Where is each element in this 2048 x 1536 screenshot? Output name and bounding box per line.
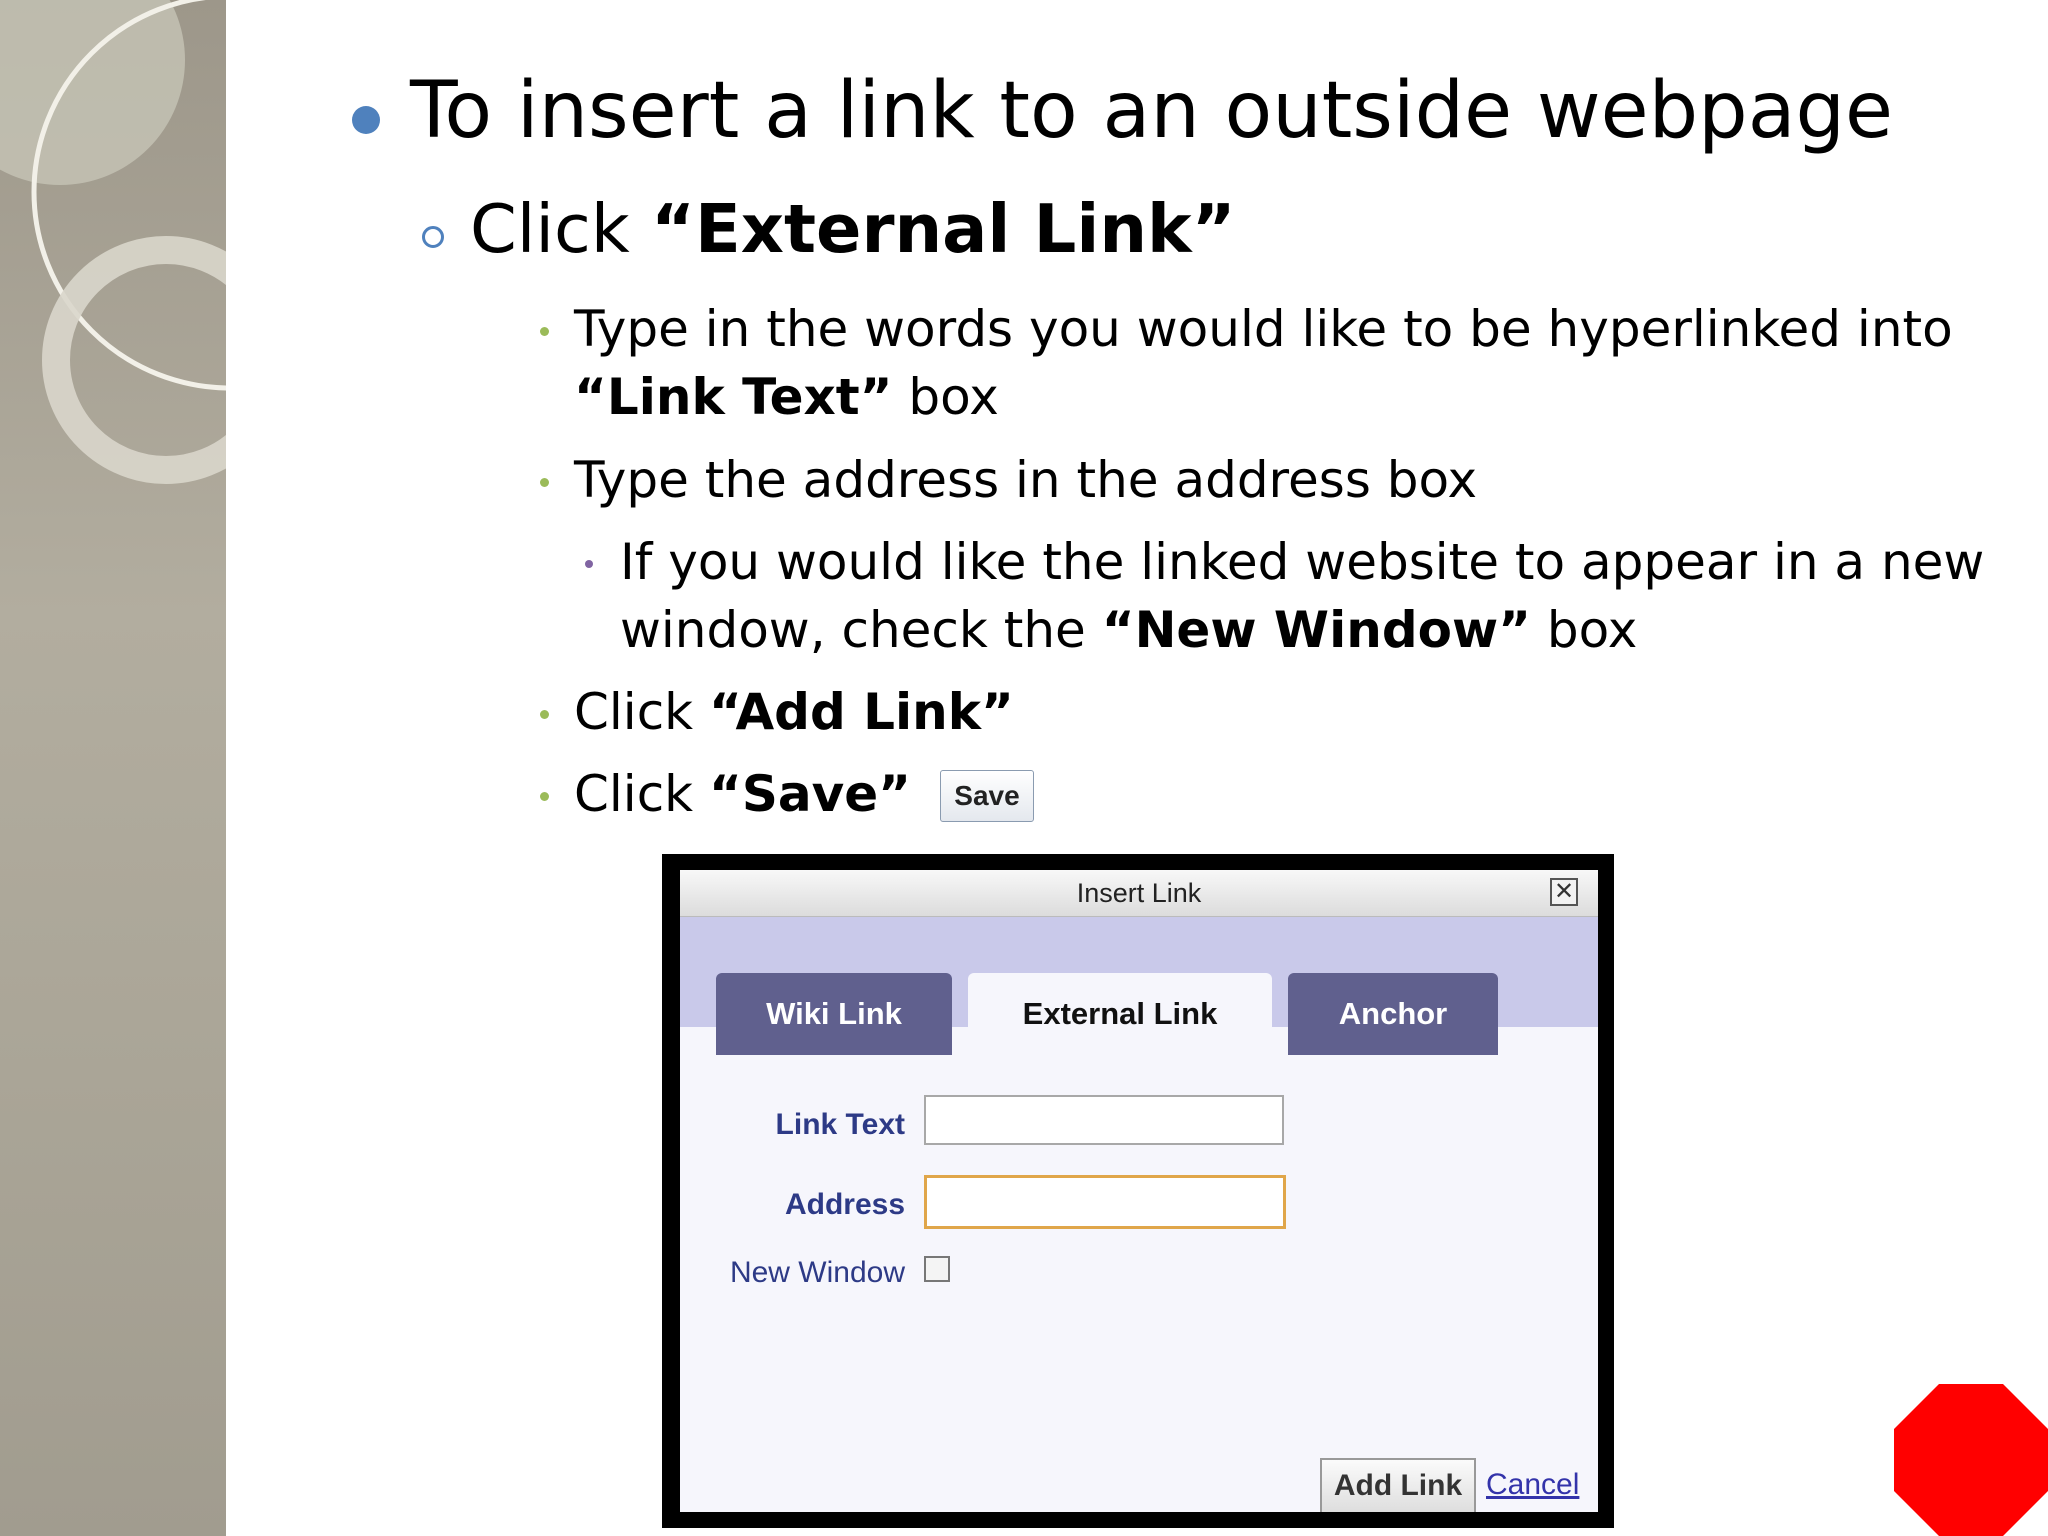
text-prefix: Click — [470, 190, 651, 268]
decorative-circles — [0, 0, 226, 484]
cancel-link[interactable]: Cancel — [1486, 1468, 1579, 1502]
stop-sign-icon[interactable] — [1894, 1384, 2048, 1536]
address-input[interactable] — [924, 1175, 1286, 1229]
text-strong: “Save” — [709, 765, 912, 823]
new-window-label: New Window — [729, 1256, 905, 1289]
dialog-titlebar: Insert Link — [680, 870, 1598, 917]
link-text-input[interactable] — [924, 1095, 1284, 1145]
bullet-dot — [540, 710, 549, 719]
decorative-side-band — [0, 0, 226, 1536]
bullet-level2-text: Click “External Link” — [470, 190, 1236, 268]
tab-strip: Wiki Link External Link Anchor — [680, 917, 1598, 1055]
text-prefix: Click — [574, 765, 710, 823]
tab-external-link[interactable]: External Link — [968, 973, 1272, 1055]
insert-link-dialog: Insert Link ✕ Wiki Link External Link An… — [680, 870, 1598, 1512]
bullet-dot — [585, 560, 593, 568]
text-strong: “Link Text” — [574, 368, 893, 426]
text-prefix: window, check the — [620, 601, 1102, 659]
instruction-link-text-line1: Type in the words you would like to be h… — [574, 300, 1953, 358]
bullet-ring — [422, 226, 444, 248]
instruction-new-window-line2: window, check the “New Window” box — [620, 601, 1637, 659]
bullet-dot — [540, 478, 549, 487]
bullet-dot — [540, 792, 549, 801]
address-label: Address — [784, 1188, 905, 1221]
text-rest: box — [892, 368, 999, 426]
new-window-checkbox[interactable] — [924, 1256, 950, 1282]
instruction-save: Click “Save” — [574, 765, 911, 823]
tab-wiki-link[interactable]: Wiki Link — [716, 973, 952, 1055]
bullet-dot — [352, 106, 380, 134]
add-link-button[interactable]: Add Link — [1320, 1458, 1476, 1512]
insert-link-dialog-frame: Insert Link ✕ Wiki Link External Link An… — [662, 854, 1614, 1528]
bullet-dot — [540, 327, 549, 336]
text-rest: box — [1531, 601, 1638, 659]
instruction-link-text-line2: “Link Text” box — [574, 368, 999, 426]
instruction-address: Type the address in the address box — [574, 451, 1478, 509]
bullet-level1-text: To insert a link to an outside webpage — [410, 66, 1893, 156]
tab-anchor[interactable]: Anchor — [1288, 973, 1498, 1055]
instruction-add-link: Click “Add Link” — [574, 683, 1014, 741]
text-strong: “Add Link” — [709, 683, 1014, 741]
dialog-title: Insert Link — [1076, 877, 1202, 908]
save-button[interactable]: Save — [940, 770, 1034, 822]
text-strong: “New Window” — [1101, 601, 1532, 659]
text-prefix: Click — [574, 683, 710, 741]
link-text-label: Link Text — [775, 1108, 905, 1141]
instruction-new-window-line1: If you would like the linked website to … — [620, 533, 1985, 591]
close-icon[interactable]: ✕ — [1550, 878, 1578, 906]
text-strong: “External Link” — [650, 190, 1236, 268]
